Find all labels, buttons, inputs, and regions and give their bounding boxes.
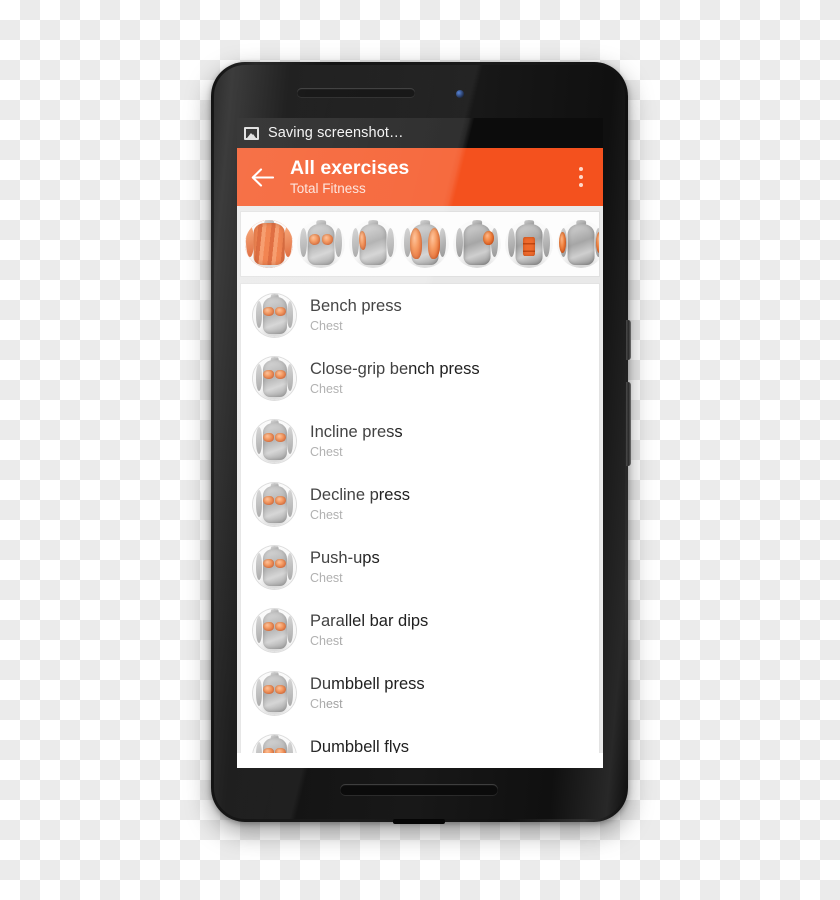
exercise-text: Bench press Chest: [310, 296, 402, 335]
anatomy-arms-icon: [557, 220, 599, 268]
power-button[interactable]: [626, 320, 631, 360]
bottom-speaker-icon: [340, 784, 498, 795]
anatomy-legs-icon: [401, 220, 449, 268]
exercise-list-container: Bench press Chest Close-grip bench press Ch…: [237, 283, 603, 753]
exercise-thumbnail-icon: [253, 546, 296, 589]
overflow-dot: [579, 183, 583, 187]
exercise-row[interactable]: Dumbbell flysChest: [241, 725, 599, 753]
anatomy-full-body-icon: [245, 220, 293, 268]
overflow-dot: [579, 167, 583, 171]
phone-device: Saving screenshot… All exercises Total F…: [211, 62, 631, 824]
anatomy-chest-icon: [253, 735, 296, 753]
exercise-row[interactable]: Decline press Chest: [241, 473, 599, 536]
status-bar: Saving screenshot…: [237, 118, 603, 148]
exercise-thumbnail-icon: [253, 735, 296, 753]
anatomy-chest-icon: [253, 420, 296, 463]
exercise-name: Bench press: [310, 297, 402, 315]
anatomy-chest-icon: [253, 294, 296, 337]
exercise-list[interactable]: Bench press Chest Close-grip bench press Ch…: [240, 283, 600, 753]
exercise-text: Push-ups Chest: [310, 548, 380, 587]
exercise-muscle-group: Chest: [310, 508, 343, 522]
phone-screen: Saving screenshot… All exercises Total F…: [237, 118, 603, 768]
exercise-row[interactable]: Bench press Chest: [241, 284, 599, 347]
back-arrow-icon: [251, 167, 274, 187]
app-bar: All exercises Total Fitness: [237, 148, 603, 206]
muscle-group-strip: [237, 206, 603, 283]
anatomy-abs-icon: [505, 220, 553, 268]
exercise-text: Decline press Chest: [310, 485, 410, 524]
muscle-group-chip-abs[interactable]: [505, 220, 553, 268]
exercise-name: Close-grip bench press: [310, 360, 480, 378]
exercise-muscle-group: Chest: [310, 382, 343, 396]
anatomy-chest-icon: [253, 357, 296, 400]
app-bar-titles: All exercises Total Fitness: [287, 157, 559, 197]
muscle-group-chip-all-muscles[interactable]: [245, 220, 293, 268]
muscle-group-chip-shoulders[interactable]: [453, 220, 501, 268]
page-title: All exercises: [290, 157, 410, 179]
front-camera-icon: [456, 90, 464, 98]
exercise-text: Dumbbell flysChest: [310, 737, 409, 753]
exercise-thumbnail-icon: [253, 420, 296, 463]
exercise-name: Parallel bar dips: [310, 612, 429, 630]
exercise-name: Dumbbell press: [310, 675, 425, 693]
anatomy-chest-icon: [253, 672, 296, 715]
muscle-group-chip-legs[interactable]: [401, 220, 449, 268]
muscle-group-chip-arms[interactable]: [557, 220, 599, 268]
anatomy-chest-icon: [253, 483, 296, 526]
exercise-row[interactable]: Dumbbell press Chest: [241, 662, 599, 725]
exercise-muscle-group: Chest: [310, 445, 343, 459]
exercise-row[interactable]: Close-grip bench press Chest: [241, 347, 599, 410]
overflow-menu-icon[interactable]: [559, 148, 603, 206]
exercise-row[interactable]: Parallel bar dips Chest: [241, 599, 599, 662]
exercise-text: Close-grip bench press Chest: [310, 359, 480, 398]
exercise-thumbnail-icon: [253, 609, 296, 652]
exercise-thumbnail-icon: [253, 672, 296, 715]
exercise-name: Dumbbell flys: [310, 738, 410, 753]
muscle-group-chip-back[interactable]: [349, 220, 397, 268]
exercise-muscle-group: Chest: [310, 319, 343, 333]
anatomy-back-icon: [349, 220, 397, 268]
exercise-muscle-group: Chest: [310, 571, 343, 585]
muscle-group-list[interactable]: [240, 211, 600, 277]
exercise-thumbnail-icon: [253, 357, 296, 400]
exercise-name: Push-ups: [310, 549, 380, 567]
anatomy-chest-icon: [253, 609, 296, 652]
anatomy-shoulders-icon: [453, 220, 501, 268]
overflow-dot: [579, 175, 583, 179]
usb-port-icon: [393, 819, 445, 824]
muscle-group-chip-chest[interactable]: [297, 220, 345, 268]
volume-rocker-button[interactable]: [626, 382, 631, 466]
exercise-text: Parallel bar dips Chest: [310, 611, 428, 650]
anatomy-chest-icon: [253, 546, 296, 589]
image-icon: [244, 126, 259, 140]
exercise-name: Decline press: [310, 486, 410, 504]
exercise-name: Incline press: [310, 423, 403, 441]
anatomy-chest-icon: [297, 220, 345, 268]
earpiece-speaker-icon: [297, 88, 415, 97]
exercise-thumbnail-icon: [253, 483, 296, 526]
exercise-muscle-group: Chest: [310, 634, 343, 648]
exercise-muscle-group: Chest: [310, 697, 343, 711]
back-button[interactable]: [237, 148, 287, 206]
exercise-row[interactable]: Push-ups Chest: [241, 536, 599, 599]
status-bar-text: Saving screenshot…: [268, 125, 404, 141]
exercise-text: Dumbbell press Chest: [310, 674, 425, 713]
exercise-text: Incline press Chest: [310, 422, 403, 461]
exercise-thumbnail-icon: [253, 294, 296, 337]
exercise-row[interactable]: Incline press Chest: [241, 410, 599, 473]
page-subtitle: Total Fitness: [290, 181, 366, 196]
